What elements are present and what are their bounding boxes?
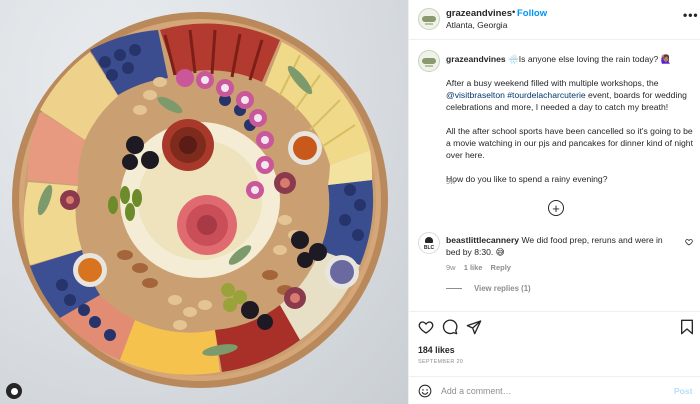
smiley-icon[interactable] xyxy=(418,384,432,398)
caption-timestamp[interactable]: 9w xyxy=(446,177,456,186)
plus-circle-icon[interactable]: + xyxy=(548,200,564,216)
comment-input[interactable] xyxy=(441,383,661,399)
comment-avatar[interactable]: BLC xyxy=(418,232,440,254)
follow-button[interactable]: Follow xyxy=(517,8,547,19)
reply-button[interactable]: Reply xyxy=(491,263,511,272)
comment-text: beastlittlecannery We did food prep, rer… xyxy=(446,234,676,258)
add-comment-row: Post xyxy=(409,376,700,404)
view-replies-label: View replies (1) xyxy=(474,284,531,293)
caption-line1: Is anyone else loving the rain today? xyxy=(518,54,659,64)
heart-icon[interactable] xyxy=(418,319,434,335)
replies-divider xyxy=(446,288,462,290)
charcuterie-board-image xyxy=(12,12,388,388)
separator-dot: • xyxy=(512,7,516,18)
hand-raise-emoji: 🙋🏽‍♀️ xyxy=(660,54,672,64)
mention-link[interactable]: @visitbraselton xyxy=(446,90,505,100)
post-actions: 184 likes SEPTEMBER 20 Post xyxy=(409,311,700,404)
caption-para2-before: After a busy weekend filled with multipl… xyxy=(446,78,659,88)
post-location[interactable]: Atlanta, Georgia xyxy=(446,20,507,30)
comment-likes[interactable]: 1 like xyxy=(464,263,483,272)
caption-para4: How do you like to spend a rainy evening… xyxy=(446,174,608,184)
user-tag-icon[interactable] xyxy=(6,383,22,399)
comment-heart-icon[interactable] xyxy=(685,238,693,246)
post-date[interactable]: SEPTEMBER 20 xyxy=(418,359,463,365)
sweat-smile-emoji: 😅 xyxy=(495,247,505,257)
comment-meta: 9w 1 like Reply xyxy=(446,263,517,272)
view-replies-button[interactable]: View replies (1) xyxy=(446,284,531,293)
comment-bubble-icon[interactable] xyxy=(442,319,458,335)
post-comment-button[interactable]: Post xyxy=(674,386,692,396)
comment-timestamp[interactable]: 9w xyxy=(446,263,456,272)
rain-emoji: 🌧️ xyxy=(508,54,519,64)
caption-avatar[interactable] xyxy=(418,50,440,72)
paper-plane-icon[interactable] xyxy=(466,319,482,335)
more-options-icon[interactable]: ••• xyxy=(683,8,699,22)
avatar[interactable] xyxy=(418,8,440,30)
comment-avatar-text: BLC xyxy=(423,244,435,251)
caption-para3: All the after school sports have been ca… xyxy=(446,126,693,160)
post-photo[interactable] xyxy=(0,0,408,404)
caption: grazeandvines 🌧️Is anyone else loving th… xyxy=(446,53,694,197)
post-panel: grazeandvines • Follow Atlanta, Georgia … xyxy=(408,0,700,404)
comment-username[interactable]: beastlittlecannery xyxy=(446,235,519,245)
caption-username[interactable]: grazeandvines xyxy=(446,54,506,64)
hashtag-link[interactable]: #tourdelacharcuterie xyxy=(507,90,585,100)
bookmark-icon[interactable] xyxy=(680,319,694,335)
comments-area[interactable]: grazeandvines 🌧️Is anyone else loving th… xyxy=(409,41,700,311)
post-username[interactable]: grazeandvines xyxy=(446,8,512,19)
post-header: grazeandvines • Follow Atlanta, Georgia … xyxy=(409,0,700,40)
likes-count[interactable]: 184 likes xyxy=(418,345,455,355)
